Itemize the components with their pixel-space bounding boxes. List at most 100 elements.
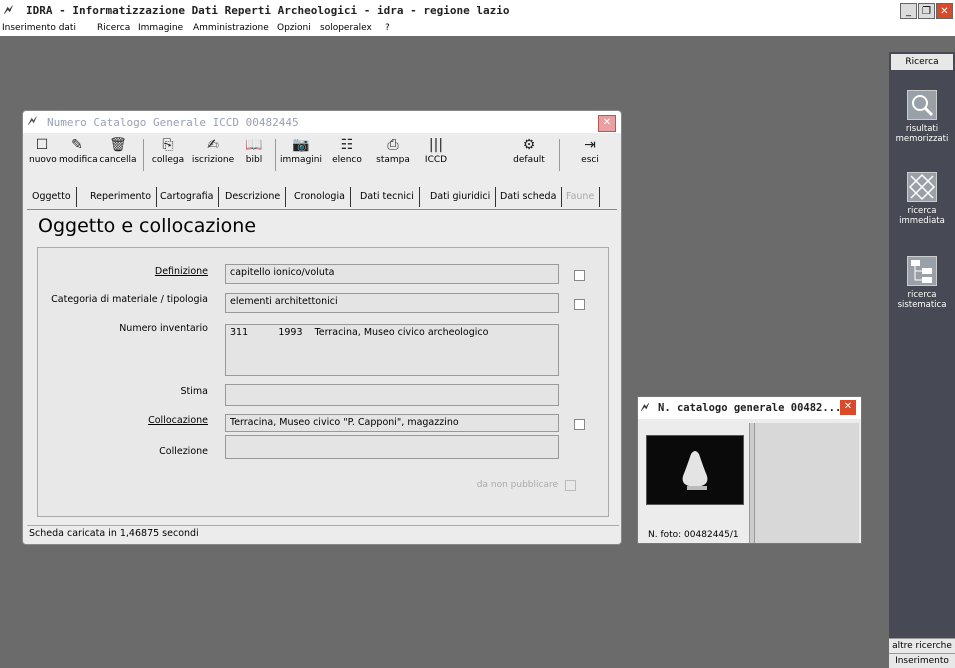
inventory-label: Numero inventario xyxy=(119,323,208,334)
definition-field[interactable]: capitello ionico/voluta xyxy=(225,264,559,284)
search-systematic-button[interactable]: ricerca sistematica xyxy=(891,256,953,310)
link-label: collega xyxy=(151,155,185,165)
collection-label: Collezione xyxy=(159,446,208,457)
maximize-icon[interactable]: ❐ xyxy=(918,3,935,19)
tab-descrizione[interactable]: Descrizione xyxy=(220,187,287,207)
photo-detail-pane xyxy=(755,423,859,543)
tab-divider xyxy=(27,209,617,210)
window-logo-icon: 🗲 xyxy=(641,400,649,414)
delete-label: cancella xyxy=(99,155,137,165)
barcode-icon: ||| xyxy=(428,137,444,153)
search-systematic-label: ricerca sistematica xyxy=(897,290,947,310)
edit-label: modifica xyxy=(59,155,98,165)
photo-thumbnail[interactable] xyxy=(646,435,744,505)
new-button[interactable]: ☐ nuovo xyxy=(29,137,57,165)
object-form-panel: Definizione capitello ionico/voluta Cate… xyxy=(37,247,609,517)
new-icon: ☐ xyxy=(35,137,49,153)
search-immediate-label: ricerca immediata xyxy=(899,206,945,226)
search-immediate-button[interactable]: ricerca immediata xyxy=(891,172,953,226)
location-label[interactable]: Collocazione xyxy=(38,415,208,426)
tab-dati-scheda[interactable]: Dati scheda xyxy=(495,187,563,207)
catalog-record-window: 🗲 Numero Catalogo Generale ICCD 00482445… xyxy=(22,110,622,545)
menu-immagine[interactable]: Immagine xyxy=(138,23,183,33)
book-icon: 📖 xyxy=(245,137,263,153)
location-field[interactable]: Terracina, Museo civico "P. Capponi", ma… xyxy=(225,414,559,432)
menu-help[interactable]: ? xyxy=(385,23,390,33)
inscription-button[interactable]: ✍ iscrizione xyxy=(191,137,235,165)
record-toolbar: ☐ nuovo ✎ modifica 🗑 cancella ⎘ collega ✍ isc… xyxy=(23,135,621,177)
list-label: elenco xyxy=(332,155,362,165)
photo-window: 🗲 N. catalogo generale 00482... ✕ N. fot… xyxy=(637,396,862,544)
menu-inserimento-dati[interactable]: Inserimento dati xyxy=(2,23,76,33)
other-searches-button[interactable]: altre ricerche xyxy=(889,638,955,653)
tab-oggetto[interactable]: Oggetto xyxy=(27,187,77,207)
do-not-publish-label: da non pubblicare xyxy=(476,480,558,490)
tab-dati-tecnici[interactable]: Dati tecnici xyxy=(355,187,420,207)
photo-window-title: N. catalogo generale 00482... xyxy=(658,402,842,414)
search-saved-results-label: risultati memorizzati xyxy=(895,124,949,144)
iccd-label: ICCD xyxy=(424,155,448,165)
tab-dati-giuridici[interactable]: Dati giuridici xyxy=(425,187,497,207)
magnifier-icon xyxy=(907,90,937,120)
do-not-publish-checkbox xyxy=(565,480,576,491)
toolbar-separator xyxy=(275,139,276,171)
inventory-field[interactable]: 311 1993 Terracina, Museo civico archeol… xyxy=(225,324,559,376)
record-window-title: Numero Catalogo Generale ICCD 00482445 xyxy=(47,116,299,129)
definition-checkbox[interactable] xyxy=(574,270,585,281)
toolbar-separator xyxy=(143,139,144,171)
iccd-button[interactable]: ||| ICCD xyxy=(421,137,451,165)
minimize-icon[interactable]: _ xyxy=(900,3,917,19)
app-title: IDRA - Informatizzazione Dati Reperti Ar… xyxy=(26,4,510,17)
link-icon: ⎘ xyxy=(162,137,174,153)
search-panel: Ricerca risultati memorizzati ricerca im… xyxy=(889,52,955,668)
bibliography-button[interactable]: 📖 bibl xyxy=(239,137,269,165)
images-label: immagini xyxy=(280,155,322,165)
default-icon: ⚙ xyxy=(522,137,536,153)
photo-window-title-bar[interactable]: 🗲 N. catalogo generale 00482... ✕ xyxy=(638,397,861,419)
estimate-field[interactable] xyxy=(225,384,559,406)
menu-amministrazione[interactable]: Amministrazione xyxy=(193,23,269,33)
menu-ricerca[interactable]: Ricerca xyxy=(97,23,130,33)
artifact-photo-icon xyxy=(647,436,743,504)
menu-soloperalex[interactable]: soloperalex xyxy=(320,23,372,33)
list-icon: ☷ xyxy=(340,137,354,153)
images-button[interactable]: 📷 immagini xyxy=(279,137,323,165)
definition-label[interactable]: Definizione xyxy=(38,266,208,277)
exit-button[interactable]: ⇥ esci xyxy=(575,137,605,165)
close-icon[interactable]: ✕ xyxy=(840,400,856,415)
menu-bar: Inserimento dati Ricerca Immagine Ammini… xyxy=(0,22,955,36)
grid-icon xyxy=(907,172,937,202)
close-icon[interactable]: ✕ xyxy=(598,115,616,132)
inscription-label: iscrizione xyxy=(191,155,235,165)
category-field[interactable]: elementi architettonici xyxy=(225,293,559,313)
edit-button[interactable]: ✎ modifica xyxy=(59,137,98,165)
camera-icon: 📷 xyxy=(292,137,310,153)
print-label: stampa xyxy=(376,155,410,165)
window-logo-icon: 🗲 xyxy=(28,114,37,129)
exit-icon: ⇥ xyxy=(584,137,596,153)
insert-button[interactable]: Inserimento xyxy=(889,653,955,668)
list-button[interactable]: ☷ elenco xyxy=(327,137,367,165)
delete-button[interactable]: 🗑 cancella xyxy=(99,137,137,165)
tab-cronologia[interactable]: Cronologia xyxy=(289,187,351,207)
category-checkbox[interactable] xyxy=(574,299,585,310)
close-icon[interactable]: ✕ xyxy=(936,3,953,19)
tab-cartografia[interactable]: Cartografia xyxy=(155,187,220,207)
collection-field[interactable] xyxy=(225,435,559,459)
location-checkbox[interactable] xyxy=(574,419,585,430)
default-button[interactable]: ⚙ default xyxy=(509,137,549,165)
bibliography-label: bibl xyxy=(245,155,263,165)
tab-reperimento[interactable]: Reperimento xyxy=(85,187,158,207)
new-label: nuovo xyxy=(29,155,57,165)
record-window-title-bar[interactable]: 🗲 Numero Catalogo Generale ICCD 00482445… xyxy=(23,111,621,133)
search-saved-results-button[interactable]: risultati memorizzati xyxy=(891,90,953,144)
print-button[interactable]: ⎙ stampa xyxy=(373,137,413,165)
app-title-bar: 🗲 IDRA - Informatizzazione Dati Reperti … xyxy=(0,0,955,23)
toolbar-separator xyxy=(559,139,560,171)
inscription-icon: ✍ xyxy=(207,137,219,153)
delete-icon: 🗑 xyxy=(109,137,127,153)
search-panel-header: Ricerca xyxy=(891,54,953,70)
link-button[interactable]: ⎘ collega xyxy=(149,137,187,165)
menu-opzioni[interactable]: Opzioni xyxy=(277,23,311,33)
print-icon: ⎙ xyxy=(387,137,399,153)
